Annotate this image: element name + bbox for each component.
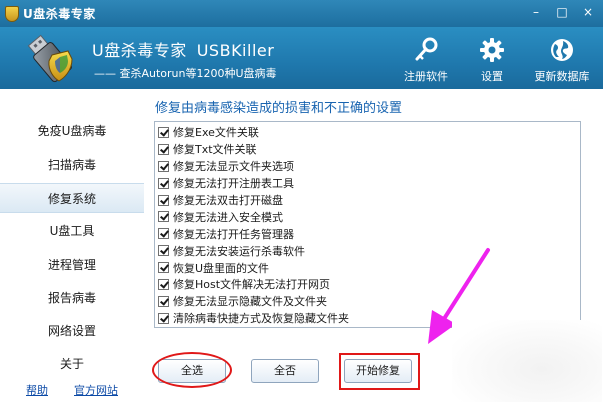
app-slogan: —— 查杀Autorun等1200种U盘病毒 <box>94 67 277 80</box>
sidebar-item-label: 扫描病毒 <box>47 158 96 172</box>
checkbox[interactable] <box>158 245 169 257</box>
app-name-cn: U盘杀毒专家 <box>92 41 187 60</box>
restore-button[interactable]: □ <box>553 4 571 20</box>
option-label: 修复无法安装运行杀毒软件 <box>173 244 305 258</box>
shield-icon <box>5 5 19 22</box>
option-label: 恢复U盘里面的文件 <box>173 261 270 275</box>
highlight-rectangle <box>339 353 420 390</box>
checkbox[interactable] <box>158 211 169 223</box>
list-item[interactable]: 修复Txt文件关联 <box>155 141 580 158</box>
sidebar-item-about[interactable]: 关于 <box>0 349 144 379</box>
option-label: 修复无法双击打开磁盘 <box>173 194 283 207</box>
checkbox[interactable] <box>158 228 169 240</box>
sidebar-item-immunize[interactable]: 免疫U盘病毒 <box>0 116 144 146</box>
checkbox[interactable] <box>158 278 169 290</box>
minimize-button[interactable]: – <box>527 4 545 20</box>
option-label: 修复无法进入安全模式 <box>173 210 283 224</box>
gear-icon <box>480 38 504 62</box>
sidebar-item-scan[interactable]: 扫描病毒 <box>0 150 144 180</box>
help-link[interactable]: 帮助 <box>26 382 48 398</box>
checkbox[interactable] <box>158 295 169 307</box>
app-window: U盘杀毒专家 – □ × U盘杀毒专家 USBKiller —— 查杀Autor… <box>0 0 603 402</box>
checkbox[interactable] <box>158 126 169 138</box>
sidebar-item-process-manager[interactable]: 进程管理 <box>0 250 144 280</box>
list-item[interactable]: 修复无法双击打开磁盘 <box>155 192 580 209</box>
settings-button[interactable]: 设置 <box>465 31 519 84</box>
list-item[interactable]: 修复无法显示隐藏文件及文件夹 <box>155 293 580 310</box>
option-label: 修复Txt文件关联 <box>173 143 257 157</box>
option-label: 修复无法显示隐藏文件及文件夹 <box>173 295 327 309</box>
official-site-link[interactable]: 官方网站 <box>74 382 118 398</box>
list-item[interactable]: 修复无法打开任务管理器 <box>155 225 580 242</box>
checkbox[interactable] <box>158 312 169 324</box>
register-software-label: 注册软件 <box>404 70 448 83</box>
list-item[interactable]: 恢复U盘里面的文件 <box>155 259 580 276</box>
list-item[interactable]: 修复无法安装运行杀毒软件 <box>155 242 580 259</box>
title-bar: U盘杀毒专家 – □ × <box>0 0 603 27</box>
option-label: 修复无法打开注册表工具 <box>173 177 294 191</box>
globe-icon <box>551 39 573 61</box>
update-database-button[interactable]: 更新数据库 <box>531 31 593 84</box>
window-controls: – □ × <box>527 4 597 20</box>
sidebar-item-label: 修复系统 <box>47 192 96 206</box>
blurred-watermark <box>452 320 602 402</box>
option-label: 修复Host文件解决无法打开网页 <box>173 278 331 292</box>
list-item[interactable]: 修复Host文件解决无法打开网页 <box>155 276 580 293</box>
sidebar-item-label: 报告病毒 <box>47 291 96 305</box>
option-label: 修复无法打开任务管理器 <box>173 227 294 241</box>
checkbox[interactable] <box>158 177 169 189</box>
sidebar-item-usb-tools[interactable]: U盘工具 <box>0 216 144 246</box>
usb-shield-logo-icon <box>27 34 73 83</box>
settings-label: 设置 <box>481 70 503 83</box>
header-toolbar: 注册软件 设置 更新数据库 <box>399 31 593 84</box>
close-button[interactable]: × <box>579 4 597 20</box>
checkbox[interactable] <box>158 143 169 155</box>
sidebar-item-network-settings[interactable]: 网络设置 <box>0 316 144 346</box>
sidebar: 免疫U盘病毒 扫描病毒 修复系统 U盘工具 进程管理 报告病毒 网络设置 关于 … <box>0 89 144 402</box>
checkbox[interactable] <box>158 160 169 172</box>
sidebar-item-repair-system[interactable]: 修复系统 <box>0 183 144 213</box>
sidebar-links: 帮助 官方网站 <box>26 382 118 398</box>
sidebar-item-label: 免疫U盘病毒 <box>37 124 107 138</box>
list-item[interactable]: 修复无法显示文件夹选项 <box>155 158 580 175</box>
repair-options-list: 修复Exe文件关联 修复Txt文件关联 修复无法显示文件夹选项 修复无法打开注册… <box>154 121 581 328</box>
app-name: U盘杀毒专家 USBKiller <box>92 37 274 61</box>
update-database-label: 更新数据库 <box>534 70 590 83</box>
section-title: 修复由病毒感染造成的损害和不正确的设置 <box>155 101 403 116</box>
sidebar-item-label: U盘工具 <box>49 224 95 238</box>
option-label: 修复Exe文件关联 <box>173 126 259 140</box>
option-label: 修复无法显示文件夹选项 <box>173 160 294 174</box>
list-item[interactable]: 修复无法打开注册表工具 <box>155 175 580 192</box>
list-item[interactable]: 修复无法进入安全模式 <box>155 208 580 225</box>
option-label: 清除病毒快捷方式及恢复隐藏文件夹 <box>173 312 349 326</box>
checkbox[interactable] <box>158 194 169 206</box>
list-item[interactable]: 修复Exe文件关联 <box>155 124 580 141</box>
key-icon <box>415 37 438 61</box>
checkbox[interactable] <box>158 262 169 274</box>
window-title: U盘杀毒专家 <box>23 7 96 21</box>
header-banner: U盘杀毒专家 USBKiller —— 查杀Autorun等1200种U盘病毒 注… <box>0 27 603 89</box>
register-software-button[interactable]: 注册软件 <box>399 31 453 84</box>
sidebar-item-label: 网络设置 <box>47 324 96 338</box>
highlight-ellipse <box>152 352 232 388</box>
app-name-en: USBKiller <box>196 41 275 60</box>
sidebar-item-label: 进程管理 <box>47 258 96 272</box>
sidebar-item-report-virus[interactable]: 报告病毒 <box>0 283 144 313</box>
sidebar-item-label: 关于 <box>59 357 84 371</box>
select-none-button[interactable]: 全否 <box>251 359 319 383</box>
